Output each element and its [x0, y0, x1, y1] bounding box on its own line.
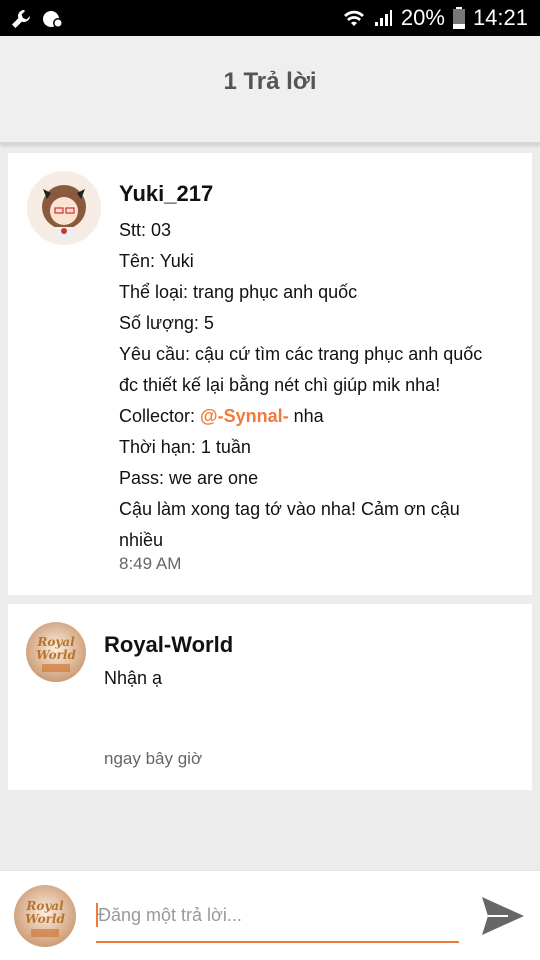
reply-timestamp: ngay bây giờ — [104, 749, 203, 768]
page-title: 1 Trả lời — [223, 68, 317, 95]
post-line: Collector: @-Synnal- nha — [119, 401, 519, 432]
post-author[interactable]: Yuki_217 — [119, 181, 213, 207]
post-line: Thời hạn: 1 tuần — [119, 437, 251, 457]
battery-icon — [452, 7, 465, 29]
wifi-icon — [343, 8, 365, 28]
reply-card: Royal World Royal-World Nhận ạ ngay bây … — [8, 604, 532, 790]
avatar[interactable]: Royal World — [14, 885, 76, 947]
signal-icon — [373, 8, 393, 28]
post-body: Stt: 03 Tên: Yuki Thể loại: trang phục a… — [119, 215, 519, 556]
post-line: Số lượng: 5 — [119, 313, 214, 333]
avatar-text: Royal — [36, 635, 75, 649]
post-line: nhiều — [119, 530, 164, 550]
collector-suffix: nha — [288, 406, 324, 426]
shield-icon — [42, 8, 64, 30]
post-line: Yêu cầu: cậu cứ tìm các trang phục anh q… — [119, 344, 483, 364]
post-line: Pass: we are one — [119, 468, 259, 488]
send-button[interactable] — [478, 893, 526, 939]
post-line: Tên: Yuki — [119, 251, 194, 271]
collector-label: Collector: — [119, 406, 201, 426]
post-line: đc thiết kế lại bằng nét chì giúp mik nh… — [119, 375, 441, 395]
reply-input[interactable] — [96, 899, 459, 943]
post-line: Stt: 03 — [119, 220, 172, 240]
mention-link[interactable]: @-Synnal- — [200, 406, 289, 426]
avatar-text: World — [25, 912, 65, 926]
post-line: Cậu làm xong tag tớ vào nha! Cảm ơn cậu — [119, 499, 460, 519]
avatar[interactable] — [27, 171, 101, 245]
send-icon — [482, 897, 524, 935]
reply-body: Nhận ạ — [104, 668, 163, 688]
post-timestamp: 8:49 AM — [119, 554, 182, 573]
post-card: Yuki_217 Stt: 03 Tên: Yuki Thể loại: tra… — [8, 153, 532, 595]
avatar-text: World — [36, 648, 76, 662]
avatar-text: Royal — [25, 899, 64, 913]
battery-percent: 20% — [400, 5, 445, 30]
avatar[interactable]: Royal World — [26, 622, 86, 682]
app-header: 1 Trả lời — [0, 36, 540, 144]
reply-composer: Royal World — [0, 870, 540, 960]
text-cursor — [96, 903, 98, 927]
status-bar: 20% 14:21 — [0, 0, 540, 36]
clock: 14:21 — [472, 5, 528, 30]
wrench-icon — [10, 8, 32, 30]
reply-author[interactable]: Royal-World — [104, 632, 233, 658]
post-line: Thể loại: trang phục anh quốc — [119, 282, 358, 302]
